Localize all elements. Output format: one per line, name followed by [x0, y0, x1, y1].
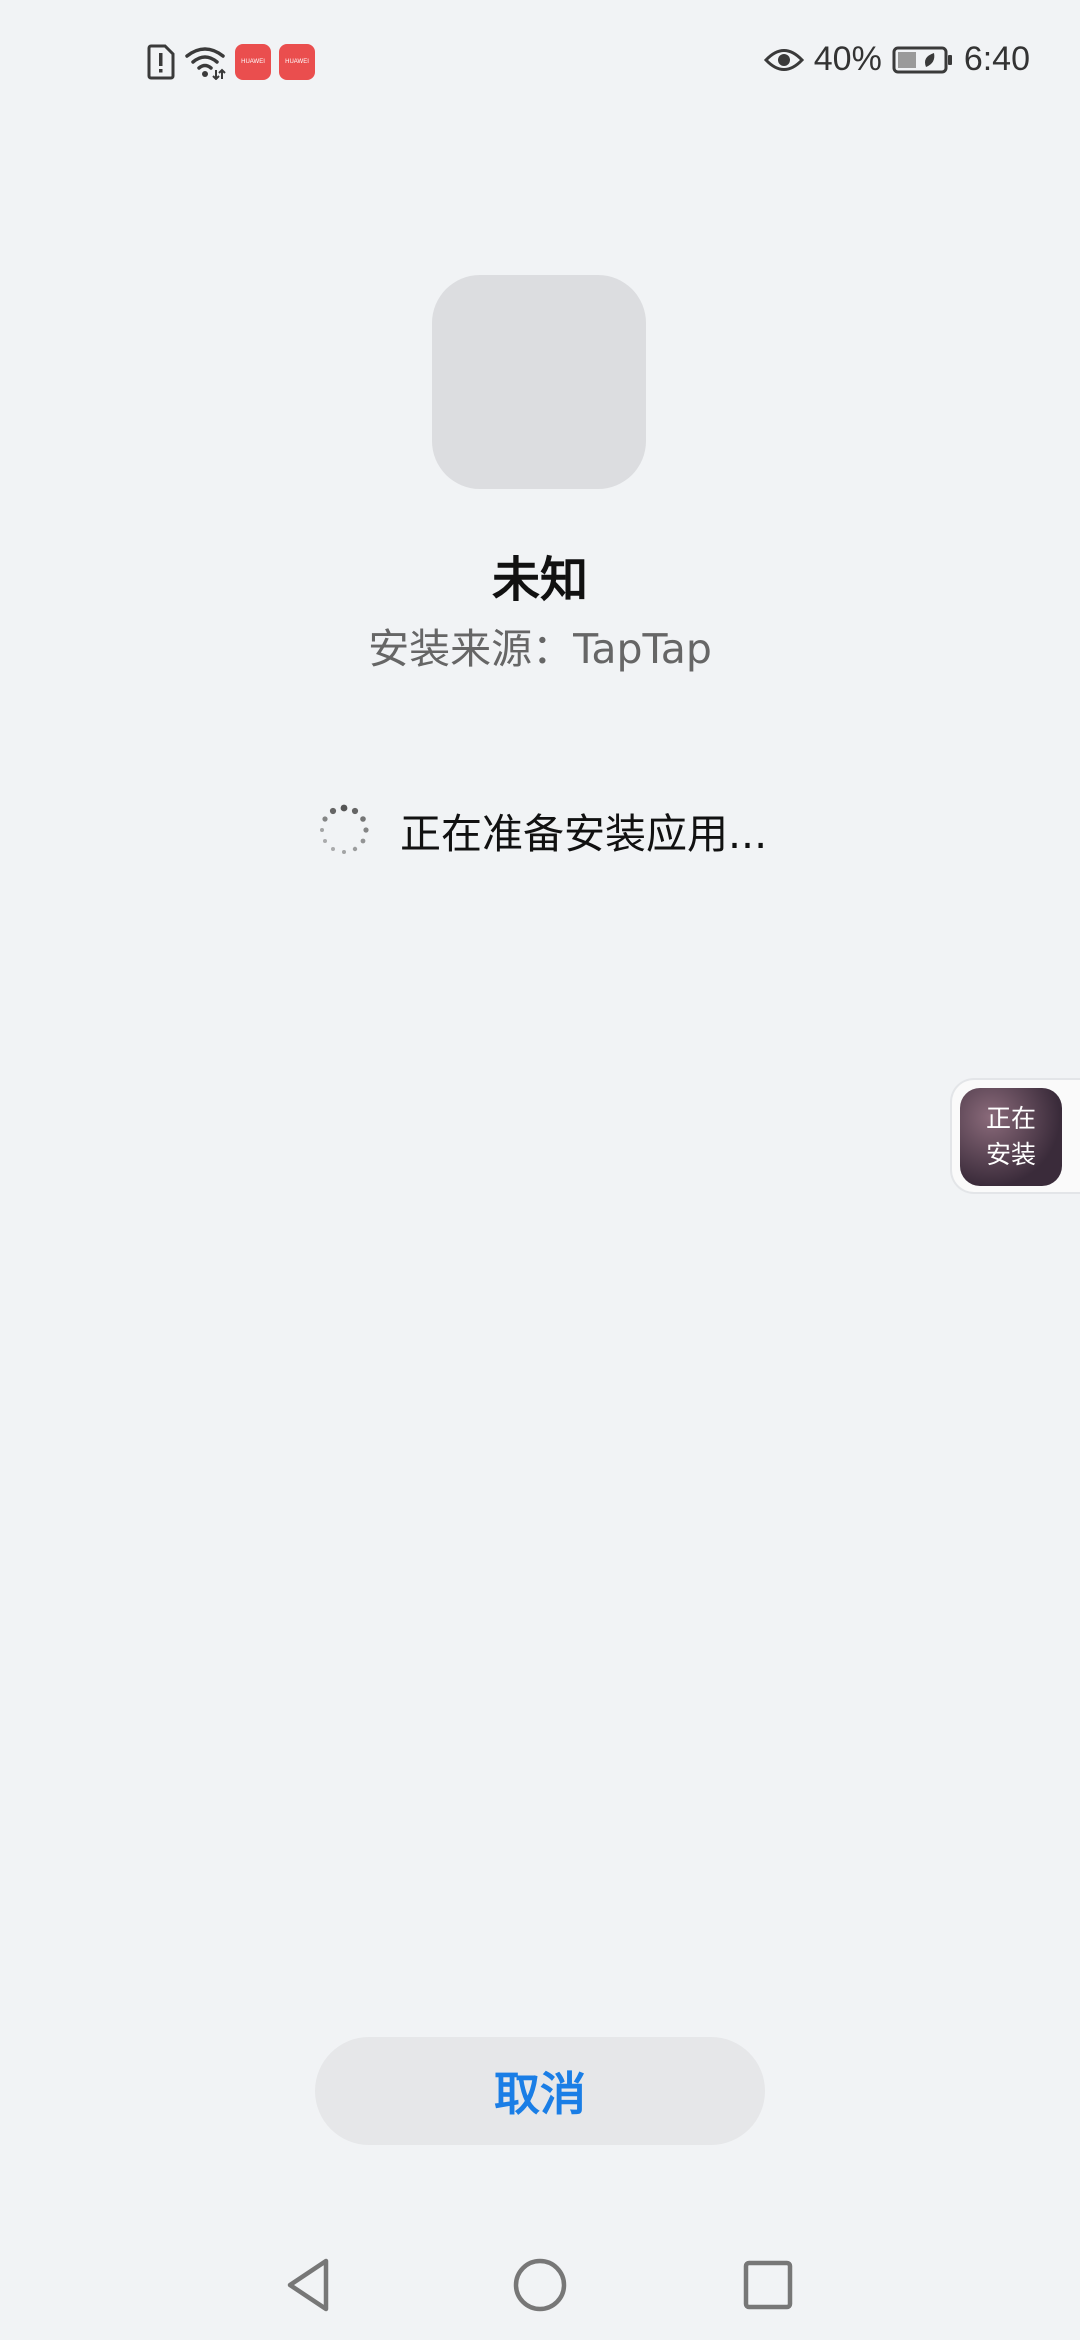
app-icon-placeholder	[432, 275, 646, 489]
back-icon[interactable]	[273, 2250, 343, 2320]
bubble-line-2: 安装	[985, 1140, 1036, 1169]
install-progress: 正在准备安装应用...	[318, 800, 767, 860]
huawei-appgallery-icon: HUAWEI	[235, 44, 271, 80]
recents-icon[interactable]	[733, 2250, 803, 2320]
navigation-bar	[0, 2220, 1080, 2340]
cancel-button[interactable]: 取消	[315, 2037, 765, 2145]
wifi-icon	[183, 44, 227, 80]
battery-saver-icon	[892, 45, 954, 75]
installing-app-thumbnail[interactable]: 正在 安装	[960, 1088, 1062, 1186]
status-bar-right: 40% 6:40	[763, 40, 1030, 79]
install-source: 安装来源：TapTap	[368, 625, 712, 673]
screen: HUAWEI HUAWEI 40% 6:40 未知 安装来源：TapTap 正在…	[0, 0, 1080, 2340]
loading-spinner-icon	[318, 804, 370, 856]
status-bar-left: HUAWEI HUAWEI	[145, 44, 315, 80]
app-name: 未知	[491, 552, 588, 608]
sim-alert-icon	[145, 44, 175, 80]
clock: 6:40	[963, 40, 1030, 78]
status-bar: HUAWEI HUAWEI 40% 6:40	[0, 0, 1080, 130]
progress-status-text: 正在准备安装应用...	[400, 810, 768, 858]
eye-comfort-icon	[763, 45, 804, 75]
home-icon[interactable]	[505, 2250, 575, 2320]
floating-install-bubble[interactable]: 正在 安装	[950, 1078, 1080, 1194]
bubble-line-1: 正在	[985, 1104, 1036, 1133]
battery-percent: 40%	[813, 40, 882, 78]
huawei-appgallery-icon: HUAWEI	[279, 44, 315, 80]
